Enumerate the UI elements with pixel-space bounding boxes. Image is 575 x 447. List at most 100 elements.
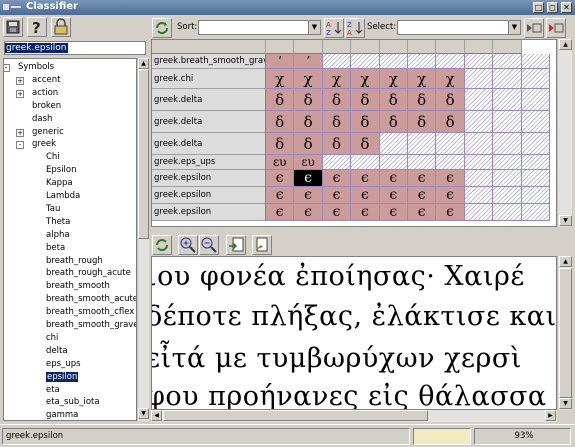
glyph-cell[interactable]: ʼ <box>266 54 295 69</box>
grid-column-header[interactable] <box>294 40 323 54</box>
tree-item[interactable]: Tau <box>46 203 60 216</box>
scroll-up-icon[interactable]: ▲ <box>138 58 149 69</box>
tree-item[interactable]: accent <box>32 74 61 87</box>
glyph-cell[interactable]: ϵ <box>408 204 437 221</box>
glyph-cell[interactable]: ϵ <box>266 170 295 187</box>
help-button[interactable]: ? <box>27 17 47 37</box>
expand-icon[interactable]: + <box>16 89 24 98</box>
image-vertical-scrollbar[interactable]: ▲ ▼ <box>557 256 572 410</box>
tree-item[interactable]: breath_smooth_acute <box>46 293 136 306</box>
glyph-cell[interactable]: ϵ <box>266 204 295 221</box>
glyph-cell[interactable]: ϵ <box>379 170 408 187</box>
grid-column-header[interactable] <box>266 40 295 54</box>
glyph-cell[interactable]: ϵ <box>436 204 465 221</box>
glyph-cell[interactable]: δ <box>436 89 465 111</box>
lock-button[interactable] <box>51 17 71 37</box>
grid-row-label[interactable]: greek.epsilon <box>152 204 266 221</box>
glyph-cell[interactable]: δ <box>294 89 323 111</box>
minimize-button[interactable]: □ <box>533 2 544 13</box>
sort-ascending-button[interactable]: AZ <box>324 18 344 38</box>
glyph-cell[interactable]: ϵ <box>322 187 352 204</box>
tree-item[interactable]: alpha <box>46 229 70 242</box>
glyph-cell[interactable]: ϵ <box>322 204 352 221</box>
scroll-thumb[interactable] <box>559 268 572 398</box>
glyph-cell[interactable]: ϵ <box>294 170 323 187</box>
tree-item[interactable]: eta_sub_iota <box>46 396 100 409</box>
tree-item[interactable]: breath_smooth_grave <box>46 319 136 332</box>
scroll-thumb[interactable] <box>163 410 428 421</box>
glyph-cell[interactable]: δ <box>266 111 295 133</box>
glyph-cell[interactable]: δ <box>266 89 295 111</box>
classify-button[interactable] <box>226 235 246 255</box>
glyph-cell[interactable]: δ <box>351 133 380 155</box>
zoom-out-button[interactable] <box>199 235 219 255</box>
close-button[interactable]: ✕ <box>561 2 572 13</box>
grid-column-header[interactable] <box>493 40 522 54</box>
image-refresh-button[interactable] <box>152 235 172 255</box>
document-image-view[interactable]: ιου φονέα ἐποίησας· Χαιρέ δέποτε πλήξας, … <box>151 256 557 410</box>
scroll-up-icon[interactable]: ▲ <box>559 39 572 50</box>
refresh-button[interactable] <box>152 18 172 38</box>
glyph-cell[interactable]: ϵ <box>351 170 380 187</box>
tree-item[interactable]: Symbols <box>18 61 54 74</box>
tree-item[interactable]: broken <box>32 100 61 113</box>
scroll-down-icon[interactable]: ▼ <box>138 408 149 419</box>
glyph-cell[interactable]: χ <box>379 69 408 89</box>
tree-item[interactable]: Lambda <box>46 190 80 203</box>
sort-descending-button[interactable]: ZA <box>345 18 365 38</box>
scroll-up-icon[interactable]: ▲ <box>559 256 572 267</box>
grid-vertical-scrollbar[interactable]: ▲ ▼ <box>557 39 572 227</box>
glyph-cell[interactable]: χ <box>322 69 352 89</box>
glyph-cell[interactable]: χ <box>408 69 437 89</box>
glyph-cell[interactable]: ϵ <box>351 187 380 204</box>
glyph-cell[interactable]: ϵ <box>294 187 323 204</box>
grid-row-label[interactable]: greek.delta <box>152 111 266 133</box>
glyph-cell[interactable]: χ <box>436 69 465 89</box>
grid-column-header[interactable] <box>436 40 465 54</box>
glyph-cell[interactable]: δ <box>351 89 380 111</box>
tree-item[interactable]: chi <box>46 332 58 345</box>
glyph-cell[interactable]: ϵ <box>436 170 465 187</box>
tree-item[interactable]: greek <box>32 138 56 151</box>
tree-item[interactable]: Chi <box>46 151 60 164</box>
glyph-cell[interactable]: ϵ <box>408 187 437 204</box>
glyph-cell[interactable]: ϵ <box>294 204 323 221</box>
glyph-cell[interactable]: δ <box>351 111 380 133</box>
glyph-cell[interactable]: δ <box>322 111 352 133</box>
tree-item[interactable]: breath_smooth <box>46 280 110 293</box>
tree-item[interactable]: beta <box>46 242 65 255</box>
sort-combobox[interactable]: ▼ <box>198 20 321 35</box>
tree-item[interactable]: eta <box>46 384 60 397</box>
grid-row-label[interactable]: greek.epsilon <box>152 187 266 204</box>
glyph-cell[interactable]: ϵ <box>266 187 295 204</box>
selected-class-field[interactable]: greek.epsilon <box>4 41 146 55</box>
maximize-button[interactable]: ◻ <box>547 2 558 13</box>
tree-item[interactable]: dash <box>32 113 52 126</box>
symbol-tree[interactable]: - Symbols + accent + action broken dash + generic… <box>3 58 137 421</box>
expand-icon[interactable]: + <box>16 128 24 137</box>
glyph-cell[interactable]: ϵ <box>408 170 437 187</box>
tree-item[interactable]: generic <box>32 126 64 139</box>
grid-row-label[interactable]: greek.delta <box>152 89 266 111</box>
tree-item[interactable]: breath_rough <box>46 255 103 268</box>
tree-item[interactable]: epsilon <box>46 371 79 384</box>
tree-item[interactable]: Epsilon <box>46 164 77 177</box>
zoom-in-button[interactable] <box>178 235 198 255</box>
grid-row-label[interactable]: greek.chi <box>152 69 266 89</box>
glyph-cell[interactable]: ϵ <box>322 170 352 187</box>
glyph-cell[interactable]: δ <box>266 133 295 155</box>
collapse-icon[interactable]: - <box>16 141 24 150</box>
scroll-down-icon[interactable]: ▼ <box>559 215 572 226</box>
grid-column-header[interactable] <box>379 40 408 54</box>
grid-row-label[interactable]: greek.breath_smooth_grave <box>152 54 266 69</box>
tree-item[interactable]: Theta <box>46 216 70 229</box>
grid-column-header[interactable] <box>351 40 380 54</box>
glyph-cell[interactable]: δ <box>294 133 323 155</box>
scroll-thumb[interactable] <box>138 69 149 239</box>
grid-column-header[interactable] <box>322 40 352 54</box>
glyph-cell[interactable]: ευ <box>266 155 295 170</box>
glyph-cell[interactable]: δ <box>294 111 323 133</box>
glyph-cell[interactable]: δ <box>322 89 352 111</box>
tree-item[interactable]: gamma <box>46 409 78 420</box>
glyph-cell[interactable]: δ <box>379 89 408 111</box>
